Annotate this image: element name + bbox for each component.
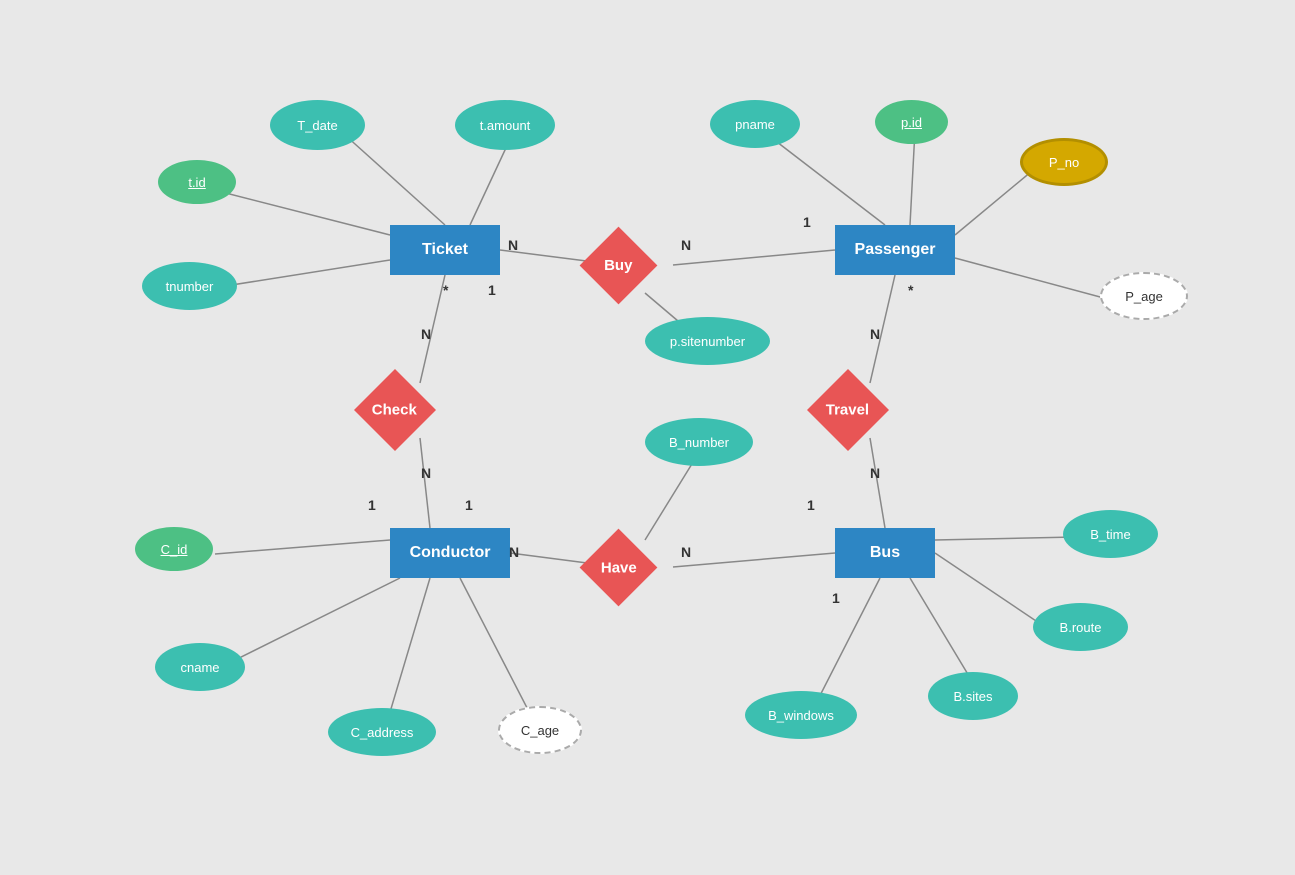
attribute-t-id: t.id — [158, 160, 236, 204]
attribute-t-date: T_date — [270, 100, 365, 150]
relationship-buy: Buy — [580, 227, 658, 305]
relationship-check: Check — [354, 369, 436, 451]
cardinality-passenger-star: * — [908, 282, 913, 298]
cardinality-conductor-have-n: N — [509, 544, 519, 560]
attribute-b-number: B_number — [645, 418, 753, 466]
relationship-travel: Travel — [807, 369, 889, 451]
attribute-c-age: C_age — [498, 706, 582, 754]
attribute-tnumber: tnumber — [142, 262, 237, 310]
attribute-b-time: B_time — [1063, 510, 1158, 558]
cardinality-check-n-bot: N — [421, 465, 431, 481]
attribute-b-windows: B_windows — [745, 691, 857, 739]
attribute-c-address: C_address — [328, 708, 436, 756]
cardinality-ticket-check-star: * — [443, 282, 448, 298]
attribute-b-route: B.route — [1033, 603, 1128, 651]
cardinality-ticket-buy: N — [508, 237, 518, 253]
attribute-cname: cname — [155, 643, 245, 691]
attribute-p-no: P_no — [1020, 138, 1108, 186]
cardinality-conductor-check-1left: 1 — [368, 497, 376, 513]
cardinality-passenger-buy: 1 — [803, 214, 811, 230]
entity-conductor: Conductor — [390, 528, 510, 578]
cardinality-buy-passenger: N — [681, 237, 691, 253]
entity-passenger: Passenger — [835, 225, 955, 275]
attribute-p-sitenumber: p.sitenumber — [645, 317, 770, 365]
attribute-pname: pname — [710, 100, 800, 148]
cardinality-check-n-top: N — [421, 326, 431, 342]
cardinality-passenger-travel-n: N — [870, 326, 880, 342]
cardinality-travel-bus-n: N — [870, 465, 880, 481]
cardinality-conductor-have-1right: 1 — [465, 497, 473, 513]
cardinality-bus-have-1: 1 — [807, 497, 815, 513]
entity-ticket: Ticket — [390, 225, 500, 275]
entity-bus: Bus — [835, 528, 935, 578]
attribute-c-id: C_id — [135, 527, 213, 571]
attribute-p-id: p.id — [875, 100, 948, 144]
cardinality-have-bus-n: N — [681, 544, 691, 560]
attribute-p-age: P_age — [1100, 272, 1188, 320]
cardinality-ticket-check-1: 1 — [488, 282, 496, 298]
relationship-have: Have — [580, 529, 658, 607]
attribute-t-amount: t.amount — [455, 100, 555, 150]
attribute-b-sites: B.sites — [928, 672, 1018, 720]
cardinality-bus-1-bottom: 1 — [832, 590, 840, 606]
